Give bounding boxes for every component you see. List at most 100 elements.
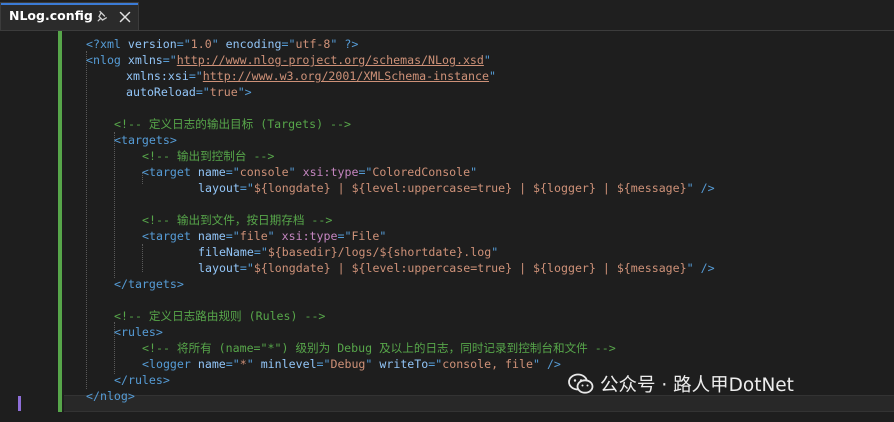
- attr-value: ${longdate} | ${level:uppercase=true} | …: [253, 181, 687, 195]
- punct: <: [114, 325, 121, 339]
- attr-value: 1.0: [190, 37, 212, 51]
- punct: =": [239, 181, 254, 195]
- attr-value: console: [239, 165, 289, 179]
- watermark: 公众号 · 路人甲DotNet: [568, 372, 794, 396]
- punct: =": [225, 357, 240, 371]
- change-tracking-bar: [58, 31, 62, 412]
- punct: " />: [532, 357, 561, 371]
- url-link[interactable]: http://www.w3.org/2001/XMLSchema-instanc…: [203, 69, 489, 83]
- attr-value: File: [351, 229, 380, 243]
- attr-value: true: [209, 85, 238, 99]
- punct: <: [142, 165, 149, 179]
- attr-name: fileName: [198, 245, 254, 259]
- punct: [121, 53, 128, 67]
- comment: <!-- 输出到文件，按日期存档 -->: [142, 213, 333, 227]
- attr-value: file: [239, 229, 268, 243]
- punct: =": [337, 229, 352, 243]
- wechat-icon: [568, 373, 594, 394]
- punct: =": [358, 165, 373, 179]
- attr-name: minlevel: [260, 357, 317, 371]
- punct: =": [225, 165, 240, 179]
- tag-name: target: [148, 165, 191, 179]
- comment: <!-- 定义日志的输出目标 (Targets) -->: [114, 117, 351, 131]
- attr-value: *: [239, 357, 247, 371]
- attr-name: encoding: [225, 37, 282, 51]
- indent-guide: [114, 132, 115, 278]
- tag-name: nlog: [92, 53, 121, 67]
- tag-name: logger: [148, 357, 191, 371]
- tag-name: rules: [120, 325, 156, 339]
- punct: >: [155, 325, 163, 339]
- tag-name: nlog: [99, 389, 128, 403]
- attr-value: ColoredConsole: [372, 165, 471, 179]
- attr-name: writeTo: [379, 357, 429, 371]
- tab-title: NLog.config: [9, 8, 93, 23]
- punct: ": [267, 229, 282, 243]
- tab-active-indicator: [1, 3, 138, 5]
- punct: <: [114, 133, 121, 147]
- punct: ": [246, 357, 261, 371]
- url-link[interactable]: http://www.nlog-project.org/schemas/NLog…: [177, 53, 484, 67]
- punct: " ?>: [330, 37, 359, 51]
- attr-name: name: [197, 229, 226, 243]
- tag-name: targets: [120, 133, 170, 147]
- tag-name: target: [148, 229, 191, 243]
- attr-name: version: [127, 37, 177, 51]
- attr-name: xmlns: [127, 53, 163, 67]
- punct: </: [86, 389, 100, 403]
- code-line: <!-- 定义日志路由规则 (Rules) -->: [114, 308, 325, 324]
- tab-nlog-config[interactable]: NLog.config: [0, 2, 139, 30]
- code-line: <!-- 输出到文件，按日期存档 -->: [142, 212, 332, 228]
- code-line: <rules>: [114, 324, 163, 340]
- punct: ": [379, 229, 387, 243]
- punct: [191, 229, 198, 243]
- punct: ": [491, 245, 499, 259]
- attr-name: layout: [198, 261, 240, 275]
- punct: ": [483, 53, 491, 67]
- attr-value: console, file: [442, 357, 533, 371]
- punct: >: [176, 277, 184, 291]
- watermark-text: 公众号 · 路人甲DotNet: [600, 375, 794, 396]
- punct: =": [316, 357, 331, 371]
- attr-name: xsi:type: [302, 165, 359, 179]
- comment: <!-- 定义日志路由规则 (Rules) -->: [114, 309, 326, 323]
- punct: =": [176, 37, 191, 51]
- code-line: </rules>: [114, 372, 170, 388]
- caret-margin-marker: [18, 396, 21, 411]
- code-line: <?xml version="1.0" encoding="utf-8" ?>: [86, 36, 358, 52]
- punct: <?: [86, 37, 100, 51]
- punct: </: [114, 373, 128, 387]
- code-line: <nlog xmlns="http://www.nlog-project.org…: [86, 52, 491, 68]
- punct: =": [188, 69, 203, 83]
- code-line: layout="${longdate} | ${level:uppercase=…: [198, 180, 715, 196]
- punct: >: [162, 373, 170, 387]
- punct: </: [114, 277, 128, 291]
- attr-name: name: [197, 165, 226, 179]
- punct: ": [488, 69, 496, 83]
- code-line: <!-- 将所有 (name="*") 级别为 Debug 及以上的日志，同时记…: [142, 340, 616, 356]
- code-line: </targets>: [114, 276, 184, 292]
- attr-value: ${longdate} | ${level:uppercase=true} | …: [253, 261, 687, 275]
- attr-value: ${basedir}/logs/${shortdate}.log: [267, 245, 492, 259]
- pin-icon[interactable]: [95, 10, 109, 24]
- code-line: <!-- 输出到控制台 -->: [142, 148, 274, 164]
- punct: [191, 357, 198, 371]
- close-icon[interactable]: [118, 10, 132, 24]
- punct: [121, 37, 128, 51]
- punct: " />: [686, 181, 715, 195]
- punct: ": [288, 165, 303, 179]
- code-line: <!-- 定义日志的输出目标 (Targets) -->: [114, 116, 351, 132]
- punct: ">: [237, 85, 252, 99]
- punct: ": [211, 37, 226, 51]
- punct: =": [162, 53, 177, 67]
- code-line: <logger name="*" minlevel="Debug" writeT…: [142, 356, 561, 372]
- code-line: autoReload="true">: [126, 84, 252, 100]
- tag-name: xml: [99, 37, 121, 51]
- punct: <: [86, 53, 93, 67]
- punct: ": [365, 357, 380, 371]
- attr-name: name: [197, 357, 226, 371]
- code-line: fileName="${basedir}/logs/${shortdate}.l…: [198, 244, 498, 260]
- code-line: </nlog>: [86, 388, 135, 404]
- code-line: <target name="console" xsi:type="Colored…: [142, 164, 477, 180]
- punct: =": [195, 85, 210, 99]
